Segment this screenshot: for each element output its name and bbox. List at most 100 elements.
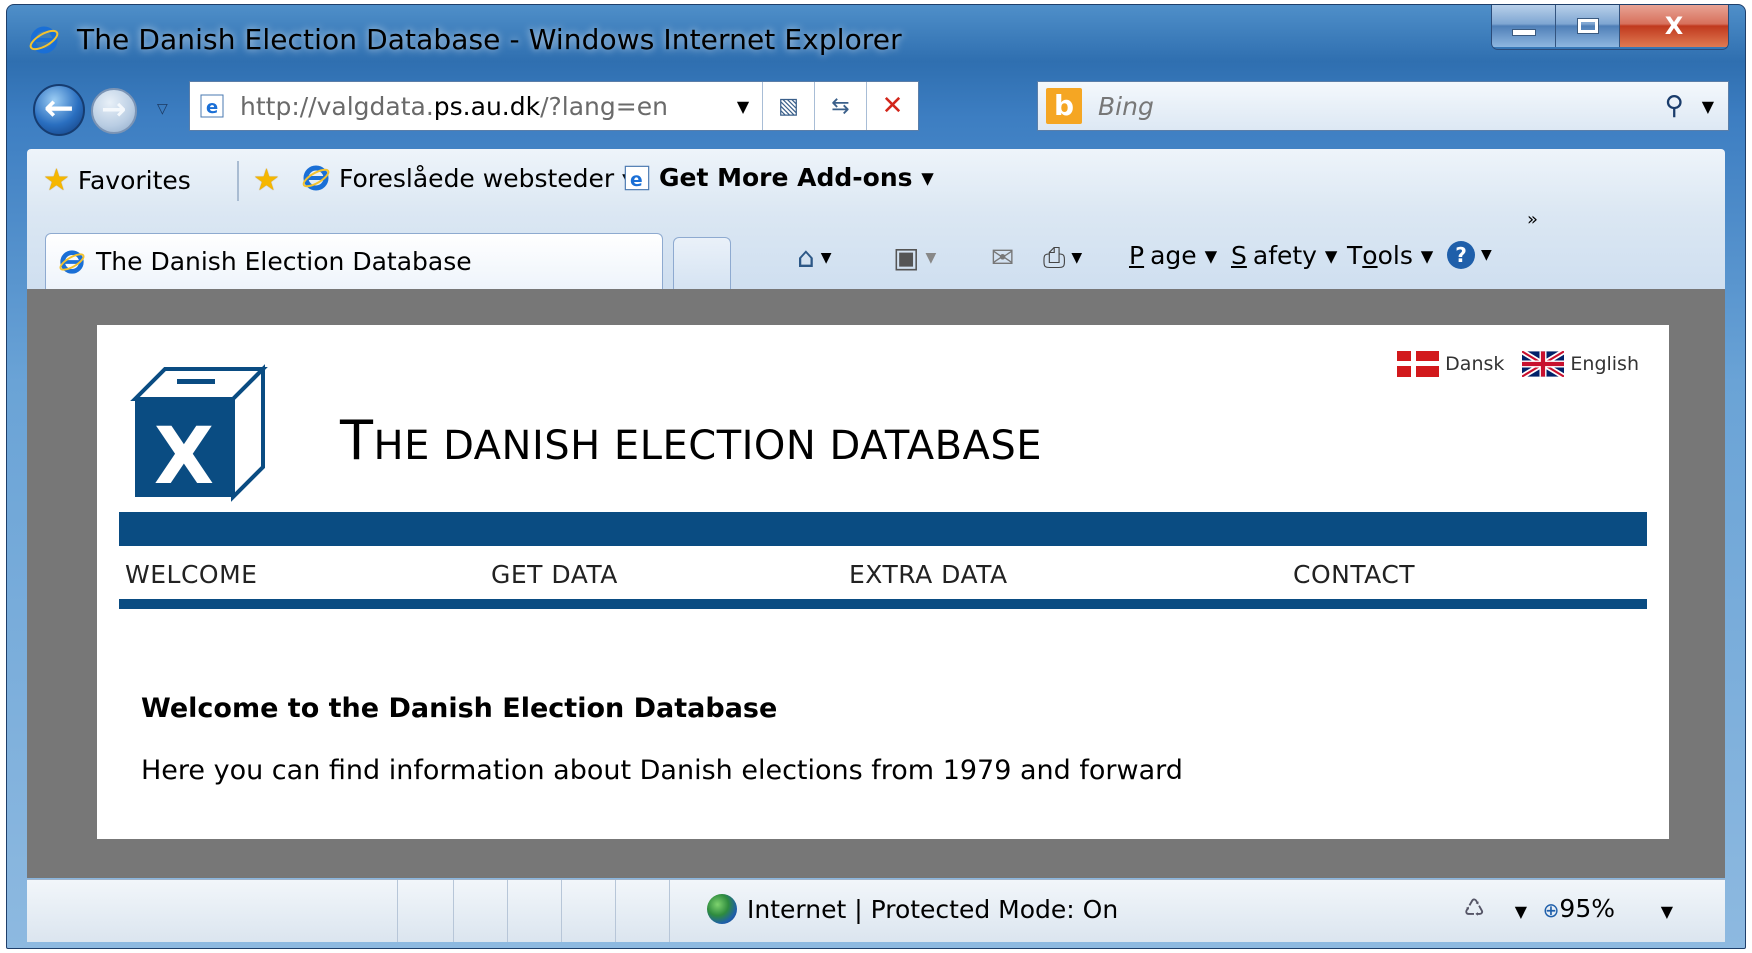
suggested-sites-button[interactable]: Foreslåede websteder ▾ bbox=[301, 163, 635, 193]
status-separator bbox=[561, 880, 562, 942]
tools-menu[interactable]: To ols ▾ bbox=[1347, 241, 1433, 270]
close-button[interactable]: X bbox=[1620, 5, 1728, 47]
safety-menu-accel: S bbox=[1231, 241, 1247, 270]
title-bar[interactable]: The Danish Election Database - Windows I… bbox=[7, 5, 1745, 73]
svg-text:e: e bbox=[206, 97, 218, 118]
address-suffix: /?lang=en bbox=[540, 91, 668, 121]
home-icon: ⌂ bbox=[797, 241, 815, 274]
favorites-star-icon: ★ bbox=[43, 163, 70, 198]
tools-menu-accel: o bbox=[1362, 241, 1378, 270]
menu-item-extra-data[interactable]: EXTRA DATA bbox=[849, 560, 1008, 589]
search-input[interactable]: Bing bbox=[1098, 92, 1665, 121]
address-bar[interactable]: e http://valgdata.ps.au.dk/?lang=en ▼ ▧ … bbox=[189, 81, 919, 131]
address-dropdown-icon[interactable]: ▼ bbox=[724, 82, 762, 130]
ie-logo-icon bbox=[302, 165, 330, 191]
address-buttons: ▼ ▧ ⇆ ✕ bbox=[724, 82, 918, 130]
status-separator bbox=[669, 880, 670, 942]
recent-pages-dropdown-icon[interactable]: ▽ bbox=[157, 101, 168, 117]
search-box[interactable]: b Bing ⚲ ▼ bbox=[1037, 81, 1729, 131]
site-title: THE DANISH ELECTION DATABASE bbox=[340, 409, 1042, 472]
search-options-dropdown-icon[interactable]: ▼ bbox=[1702, 97, 1714, 116]
add-to-favorites-bar-button[interactable]: ★ bbox=[253, 163, 280, 198]
compatibility-view-icon[interactable]: ▧ bbox=[762, 82, 814, 130]
page-menu-label: age ▾ bbox=[1150, 241, 1218, 270]
security-zone[interactable]: Internet | Protected Mode: On bbox=[707, 894, 1118, 924]
welcome-heading: Welcome to the Danish Election Database bbox=[141, 693, 778, 724]
print-button[interactable]: ⎙ ▼ bbox=[1043, 241, 1082, 275]
feeds-dropdown-icon: ▼ bbox=[925, 249, 937, 266]
tab-active[interactable]: The Danish Election Database bbox=[45, 233, 663, 289]
page-ie-icon: e bbox=[200, 94, 224, 118]
home-button[interactable]: ⌂ ▼ bbox=[797, 241, 832, 274]
tab-bar: The Danish Election Database ⌂ ▼ ▣ ▼ ✉ ⎙ ▼ … bbox=[27, 209, 1725, 289]
page-menu-accel: P bbox=[1129, 241, 1145, 270]
tab-ie-icon bbox=[59, 249, 85, 274]
search-icon[interactable]: ⚲ bbox=[1665, 91, 1684, 121]
language-dansk[interactable]: Dansk bbox=[1397, 351, 1504, 377]
back-arrow-icon: ← bbox=[43, 88, 75, 129]
favorites-button[interactable]: ★ Favorites bbox=[43, 163, 191, 198]
favorites-bar: ★ Favorites ★ Foreslåede websteder ▾ e G… bbox=[27, 149, 1725, 213]
rss-feed-icon: ▣ bbox=[893, 241, 920, 274]
refresh-icon[interactable]: ⇆ bbox=[814, 82, 866, 130]
address-url[interactable]: http://valgdata.ps.au.dk/?lang=en bbox=[240, 92, 724, 121]
web-page: X THE DANISH ELECTION DATABASE Dansk Eng… bbox=[97, 325, 1669, 839]
site-menu: WELCOME GET DATA EXTRA DATA CONTACT bbox=[119, 546, 1647, 602]
popup-blocker-dropdown-icon[interactable]: ▼ bbox=[1515, 902, 1527, 921]
get-more-addons-button[interactable]: e Get More Add-ons ▾ bbox=[623, 163, 934, 192]
maximize-button[interactable] bbox=[1556, 5, 1620, 47]
minimize-icon bbox=[1511, 28, 1536, 36]
status-separator bbox=[397, 880, 398, 942]
zoom-value: 95% bbox=[1559, 894, 1615, 923]
get-more-addons-label: Get More Add-ons ▾ bbox=[659, 163, 934, 192]
logo-letter: X bbox=[154, 412, 214, 502]
command-overflow-chevron-icon[interactable]: » bbox=[1527, 209, 1538, 230]
window-controls: X bbox=[1491, 5, 1729, 50]
menu-item-contact[interactable]: CONTACT bbox=[1293, 560, 1415, 589]
site-title-rest: HE DANISH ELECTION DATABASE bbox=[373, 423, 1043, 469]
maximize-icon bbox=[1576, 18, 1599, 34]
language-switcher: Dansk English bbox=[1397, 351, 1639, 377]
tab-label: The Danish Election Database bbox=[96, 247, 472, 276]
tools-menu-label: ols ▾ bbox=[1377, 241, 1434, 270]
safety-menu-label: afety ▾ bbox=[1252, 241, 1338, 270]
tools-menu-pre: T bbox=[1347, 241, 1363, 270]
stop-icon[interactable]: ✕ bbox=[866, 82, 918, 130]
minimize-button[interactable] bbox=[1492, 5, 1556, 47]
header-divider-bar bbox=[119, 512, 1647, 546]
feeds-button[interactable]: ▣ ▼ bbox=[893, 241, 936, 274]
forward-arrow-icon: → bbox=[101, 92, 127, 127]
language-english-label: English bbox=[1570, 353, 1639, 375]
zoom-level[interactable]: ⊕95% bbox=[1543, 894, 1615, 923]
address-prefix: http://valgdata. bbox=[240, 91, 434, 121]
help-button[interactable]: ? ▼ bbox=[1447, 241, 1492, 269]
security-zone-label: Internet | Protected Mode: On bbox=[747, 894, 1119, 924]
safety-menu[interactable]: Safety ▾ bbox=[1231, 241, 1337, 270]
bing-logo-icon: b bbox=[1046, 88, 1082, 124]
back-button[interactable]: ← bbox=[33, 84, 85, 136]
close-icon: X bbox=[1664, 12, 1684, 40]
menu-item-welcome[interactable]: WELCOME bbox=[125, 560, 257, 589]
browser-window: The Danish Election Database - Windows I… bbox=[6, 4, 1746, 949]
zoom-icon: ⊕ bbox=[1542, 898, 1560, 922]
home-dropdown-icon: ▼ bbox=[820, 249, 832, 266]
language-english[interactable]: English bbox=[1522, 351, 1639, 377]
page-viewport: X THE DANISH ELECTION DATABASE Dansk Eng… bbox=[27, 289, 1725, 878]
danish-flag-icon bbox=[1397, 351, 1440, 377]
menu-divider-bar bbox=[119, 599, 1647, 609]
help-dropdown-icon: ▼ bbox=[1481, 247, 1492, 263]
status-bar: Internet | Protected Mode: On ♺ ▼ ⊕95% ▼ bbox=[27, 879, 1725, 942]
ballot-box-logo-icon: X bbox=[130, 364, 268, 502]
popup-blocker-icon[interactable]: ♺ bbox=[1463, 894, 1485, 922]
forward-button[interactable]: → bbox=[91, 88, 137, 134]
status-separator bbox=[615, 880, 616, 942]
zoom-dropdown-icon[interactable]: ▼ bbox=[1661, 902, 1673, 921]
new-tab-button[interactable] bbox=[673, 237, 731, 289]
read-mail-button[interactable]: ✉ bbox=[991, 241, 1014, 274]
status-separator bbox=[507, 880, 508, 942]
menu-item-get-data[interactable]: GET DATA bbox=[491, 560, 618, 589]
page-menu[interactable]: Page ▾ bbox=[1129, 241, 1217, 270]
printer-icon: ⎙ bbox=[1043, 241, 1066, 274]
language-dansk-label: Dansk bbox=[1445, 353, 1505, 375]
navigation-row: ← → ▽ e http://valgdata.ps.au.dk/?lang=e… bbox=[7, 73, 1745, 145]
